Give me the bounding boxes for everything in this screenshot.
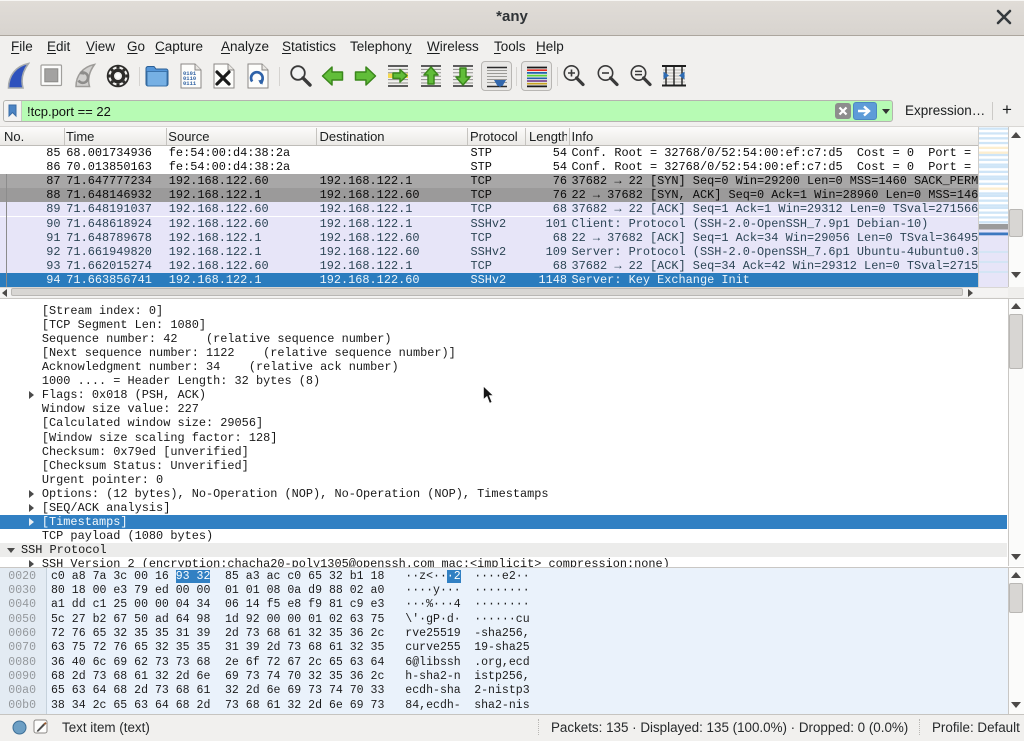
svg-text:0111: 0111 bbox=[183, 80, 197, 87]
